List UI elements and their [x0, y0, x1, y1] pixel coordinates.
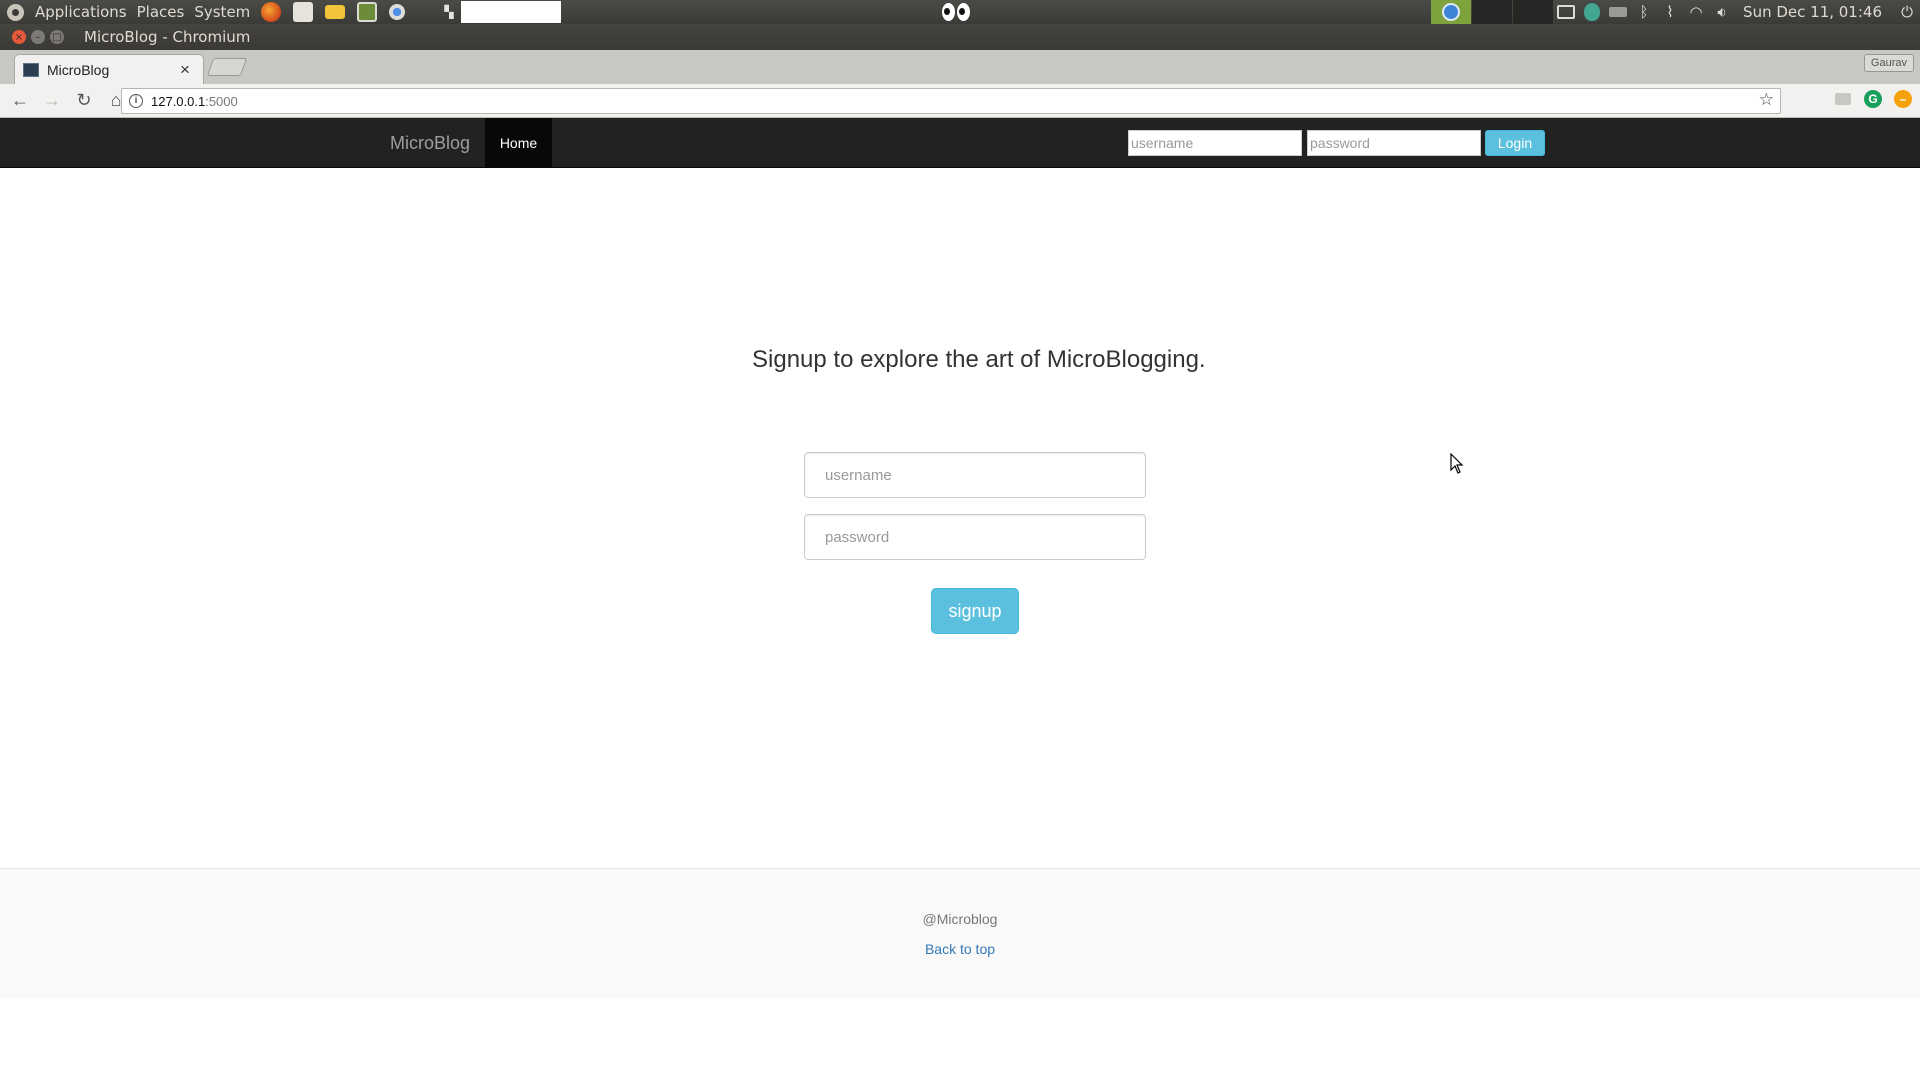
tab-title: MicroBlog: [47, 61, 110, 78]
paperclip-icon[interactable]: ⌇: [1657, 0, 1683, 24]
terminal-launcher-icon[interactable]: [357, 2, 378, 22]
menu-places[interactable]: Places: [132, 0, 190, 24]
display-icon[interactable]: [1553, 0, 1579, 24]
folder-launcher-icon[interactable]: [325, 5, 346, 19]
signup-password-input[interactable]: [804, 514, 1146, 560]
window-titlebar: × – □ MicroBlog - Chromium: [0, 24, 1920, 50]
window-title: MicroBlog - Chromium: [84, 28, 251, 46]
pocket-extension-icon[interactable]: [1834, 90, 1852, 108]
footer-copyright: @Microblog: [922, 911, 998, 927]
url-host: 127.0.0.1: [151, 93, 206, 109]
taskbar-app-icon[interactable]: ▚: [438, 2, 460, 22]
tab-microblog[interactable]: MicroBlog ×: [14, 54, 204, 84]
new-tab-button[interactable]: [206, 58, 248, 76]
adblock-extension-icon[interactable]: –: [1894, 90, 1912, 108]
terminal-favicon-icon: [23, 62, 39, 77]
window-close-button[interactable]: ×: [12, 30, 26, 44]
grammarly-extension-icon[interactable]: G: [1864, 90, 1882, 108]
wifi-icon[interactable]: ◠: [1683, 0, 1709, 24]
profile-button[interactable]: Gaurav: [1863, 54, 1914, 72]
browser-toolbar: ← → ↻ ⌂ i 127.0.0.1 :5000 ☆ G –: [0, 84, 1920, 118]
shield-icon[interactable]: [1579, 0, 1605, 24]
forward-arrow-icon[interactable]: →: [40, 89, 64, 113]
back-arrow-icon[interactable]: ←: [8, 89, 32, 113]
window-minimize-button[interactable]: –: [31, 30, 45, 44]
tab-close-icon[interactable]: ×: [177, 60, 193, 80]
info-icon[interactable]: i: [129, 94, 143, 108]
site-navbar: MicroBlog Home Login: [0, 118, 1920, 168]
battery-icon[interactable]: [1605, 0, 1631, 24]
login-button[interactable]: Login: [1485, 130, 1545, 156]
workspace-2[interactable]: [1472, 0, 1513, 24]
clock[interactable]: Sun Dec 11, 01:46: [1735, 3, 1894, 21]
page-viewport: MicroBlog Home Login Signup to explore t…: [0, 118, 1920, 1080]
xeyes-applet-icon: [942, 3, 970, 21]
navbar-password-input[interactable]: [1307, 130, 1481, 156]
back-to-top-row: Back to top: [0, 941, 1920, 957]
nav-home-link[interactable]: Home: [485, 118, 552, 168]
workspace-chromium-icon[interactable]: [1431, 0, 1472, 24]
menu-system[interactable]: System: [189, 0, 255, 24]
url-port: :5000: [205, 93, 238, 109]
page-headline: Signup to explore the art of MicroBloggi…: [752, 346, 1206, 373]
navbar-username-input[interactable]: [1128, 130, 1302, 156]
firefox-launcher-icon[interactable]: [261, 2, 282, 22]
os-menu: Applications Places System: [30, 0, 255, 24]
site-footer: @Microblog Back to top: [0, 868, 1920, 998]
extensions-area: G –: [1834, 90, 1912, 108]
chromium-launcher-icon[interactable]: [389, 4, 406, 20]
tab-strip: MicroBlog × Gaurav: [0, 50, 1920, 84]
system-logo-icon[interactable]: [7, 3, 24, 21]
reload-icon[interactable]: ↻: [72, 89, 96, 113]
workspace-3[interactable]: [1513, 0, 1554, 24]
window-maximize-button[interactable]: □: [50, 30, 64, 44]
signup-button[interactable]: signup: [931, 588, 1019, 634]
power-icon[interactable]: ⏻: [1894, 0, 1920, 24]
menu-applications[interactable]: Applications: [30, 0, 132, 24]
taskbar-window-button[interactable]: [461, 1, 561, 23]
bookmark-star-icon[interactable]: ☆: [1759, 90, 1774, 110]
address-bar[interactable]: i 127.0.0.1 :5000 ☆: [121, 88, 1781, 114]
os-top-panel: Applications Places System ▚ ᛒ ⌇ ◠ 🔉︎ Su…: [0, 0, 1920, 24]
signup-username-input[interactable]: [804, 452, 1146, 498]
site-brand[interactable]: MicroBlog: [390, 118, 470, 168]
text-editor-launcher-icon[interactable]: [293, 2, 314, 22]
back-to-top-link[interactable]: Back to top: [925, 941, 995, 957]
volume-icon[interactable]: 🔉︎: [1709, 0, 1735, 24]
system-tray: ᛒ ⌇ ◠ 🔉︎ Sun Dec 11, 01:46 ⏻: [1431, 0, 1920, 24]
bluetooth-icon[interactable]: ᛒ: [1631, 0, 1657, 24]
